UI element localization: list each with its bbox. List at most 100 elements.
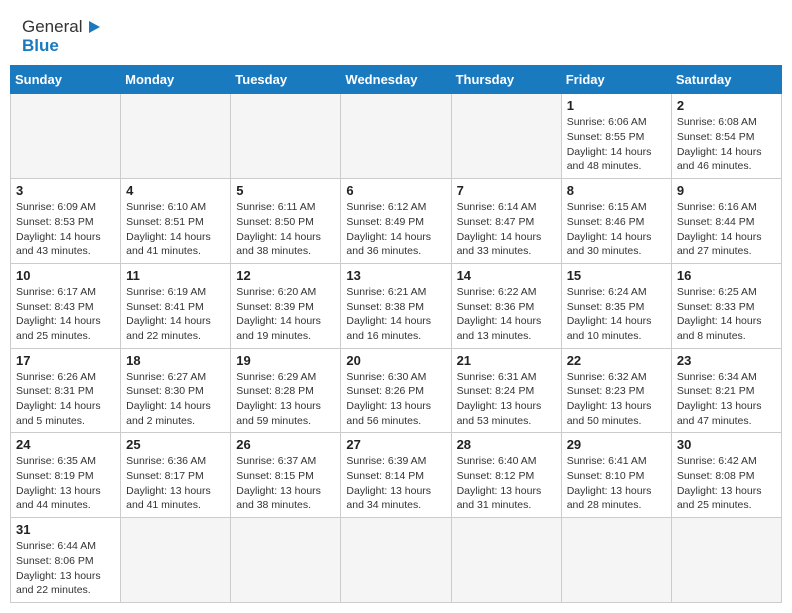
calendar-cell: 9Sunrise: 6:16 AM Sunset: 8:44 PM Daylig… bbox=[671, 179, 781, 264]
calendar-cell: 16Sunrise: 6:25 AM Sunset: 8:33 PM Dayli… bbox=[671, 263, 781, 348]
calendar-cell: 8 Sunrise: 6:15 AM Sunset: 8:46 PM Daylig… bbox=[561, 179, 671, 264]
day-info: Sunrise: 6:10 AM Sunset: 8:51 PM Dayligh… bbox=[126, 200, 225, 259]
day-number: 11 bbox=[126, 268, 225, 283]
day-number: 5 bbox=[236, 183, 335, 198]
page-header: General Blue bbox=[10, 10, 782, 59]
calendar-cell: 24 Sunrise: 6:35 AM Sunset: 8:19 PM Dayli… bbox=[11, 433, 121, 518]
weekday-header-saturday: Saturday bbox=[671, 66, 781, 94]
weekday-header-friday: Friday bbox=[561, 66, 671, 94]
calendar-cell: 27 Sunrise: 6:39 AM Sunset: 8:14 PM Dayli… bbox=[341, 433, 451, 518]
calendar-cell bbox=[231, 518, 341, 603]
weekday-header-wednesday: Wednesday bbox=[341, 66, 451, 94]
calendar-table: SundayMondayTuesdayWednesdayThursdayFrid… bbox=[10, 65, 782, 603]
calendar-cell bbox=[451, 518, 561, 603]
day-info: Sunrise: 6:41 AM Sunset: 8:10 PM Dayligh… bbox=[567, 454, 666, 513]
day-info: Sunrise: 6:09 AM Sunset: 8:53 PM Dayligh… bbox=[16, 200, 115, 259]
day-info: Sunrise: 6:31 AM Sunset: 8:24 PM Dayligh… bbox=[457, 370, 556, 429]
day-info: Sunrise: 6:30 AM Sunset: 8:26 PM Dayligh… bbox=[346, 370, 445, 429]
calendar-cell: 20Sunrise: 6:30 AM Sunset: 8:26 PM Dayli… bbox=[341, 348, 451, 433]
day-number: 2 bbox=[677, 98, 776, 113]
day-info: Sunrise: 6:36 AM Sunset: 8:17 PM Dayligh… bbox=[126, 454, 225, 513]
day-info: Sunrise: 6:20 AM Sunset: 8:39 PM Dayligh… bbox=[236, 285, 335, 344]
calendar-cell bbox=[121, 518, 231, 603]
day-info: Sunrise: 6:08 AM Sunset: 8:54 PM Dayligh… bbox=[677, 115, 776, 174]
day-info: Sunrise: 6:12 AM Sunset: 8:49 PM Dayligh… bbox=[346, 200, 445, 259]
day-number: 18 bbox=[126, 353, 225, 368]
day-number: 12 bbox=[236, 268, 335, 283]
calendar-cell bbox=[341, 518, 451, 603]
day-number: 13 bbox=[346, 268, 445, 283]
day-number: 23 bbox=[677, 353, 776, 368]
blue-text: Blue bbox=[22, 37, 102, 56]
calendar-cell: 21 Sunrise: 6:31 AM Sunset: 8:24 PM Dayli… bbox=[451, 348, 561, 433]
calendar-week-row: 17 Sunrise: 6:26 AM Sunset: 8:31 PM Dayli… bbox=[11, 348, 782, 433]
day-number: 3 bbox=[16, 183, 115, 198]
calendar-cell: 31Sunrise: 6:44 AM Sunset: 8:06 PM Dayli… bbox=[11, 518, 121, 603]
blue-arrow-icon bbox=[84, 18, 102, 36]
day-number: 28 bbox=[457, 437, 556, 452]
day-info: Sunrise: 6:14 AM Sunset: 8:47 PM Dayligh… bbox=[457, 200, 556, 259]
day-number: 10 bbox=[16, 268, 115, 283]
weekday-header-tuesday: Tuesday bbox=[231, 66, 341, 94]
day-info: Sunrise: 6:24 AM Sunset: 8:35 PM Dayligh… bbox=[567, 285, 666, 344]
calendar-cell: 30 Sunrise: 6:42 AM Sunset: 8:08 PM Dayli… bbox=[671, 433, 781, 518]
calendar-cell bbox=[451, 94, 561, 179]
calendar-week-row: 31Sunrise: 6:44 AM Sunset: 8:06 PM Dayli… bbox=[11, 518, 782, 603]
day-info: Sunrise: 6:19 AM Sunset: 8:41 PM Dayligh… bbox=[126, 285, 225, 344]
day-number: 22 bbox=[567, 353, 666, 368]
calendar-cell: 11 Sunrise: 6:19 AM Sunset: 8:41 PM Dayli… bbox=[121, 263, 231, 348]
calendar-cell: 22Sunrise: 6:32 AM Sunset: 8:23 PM Dayli… bbox=[561, 348, 671, 433]
day-info: Sunrise: 6:06 AM Sunset: 8:55 PM Dayligh… bbox=[567, 115, 666, 174]
day-info: Sunrise: 6:29 AM Sunset: 8:28 PM Dayligh… bbox=[236, 370, 335, 429]
day-info: Sunrise: 6:35 AM Sunset: 8:19 PM Dayligh… bbox=[16, 454, 115, 513]
calendar-week-row: 10Sunrise: 6:17 AM Sunset: 8:43 PM Dayli… bbox=[11, 263, 782, 348]
calendar-cell: 14Sunrise: 6:22 AM Sunset: 8:36 PM Dayli… bbox=[451, 263, 561, 348]
day-info: Sunrise: 6:11 AM Sunset: 8:50 PM Dayligh… bbox=[236, 200, 335, 259]
day-number: 21 bbox=[457, 353, 556, 368]
day-info: Sunrise: 6:42 AM Sunset: 8:08 PM Dayligh… bbox=[677, 454, 776, 513]
calendar-week-row: 24 Sunrise: 6:35 AM Sunset: 8:19 PM Dayli… bbox=[11, 433, 782, 518]
calendar-cell: 28 Sunrise: 6:40 AM Sunset: 8:12 PM Dayli… bbox=[451, 433, 561, 518]
calendar-cell: 10Sunrise: 6:17 AM Sunset: 8:43 PM Dayli… bbox=[11, 263, 121, 348]
day-number: 15 bbox=[567, 268, 666, 283]
day-info: Sunrise: 6:21 AM Sunset: 8:38 PM Dayligh… bbox=[346, 285, 445, 344]
day-number: 8 bbox=[567, 183, 666, 198]
day-number: 24 bbox=[16, 437, 115, 452]
day-info: Sunrise: 6:15 AM Sunset: 8:46 PM Dayligh… bbox=[567, 200, 666, 259]
day-number: 30 bbox=[677, 437, 776, 452]
calendar-cell: 5 Sunrise: 6:11 AM Sunset: 8:50 PM Daylig… bbox=[231, 179, 341, 264]
calendar-cell: 26Sunrise: 6:37 AM Sunset: 8:15 PM Dayli… bbox=[231, 433, 341, 518]
day-number: 19 bbox=[236, 353, 335, 368]
day-info: Sunrise: 6:16 AM Sunset: 8:44 PM Dayligh… bbox=[677, 200, 776, 259]
calendar-cell: 7Sunrise: 6:14 AM Sunset: 8:47 PM Daylig… bbox=[451, 179, 561, 264]
calendar-cell: 15 Sunrise: 6:24 AM Sunset: 8:35 PM Dayli… bbox=[561, 263, 671, 348]
day-number: 29 bbox=[567, 437, 666, 452]
calendar-cell: 13 Sunrise: 6:21 AM Sunset: 8:38 PM Dayli… bbox=[341, 263, 451, 348]
day-info: Sunrise: 6:22 AM Sunset: 8:36 PM Dayligh… bbox=[457, 285, 556, 344]
calendar-cell: 12 Sunrise: 6:20 AM Sunset: 8:39 PM Dayli… bbox=[231, 263, 341, 348]
day-info: Sunrise: 6:34 AM Sunset: 8:21 PM Dayligh… bbox=[677, 370, 776, 429]
day-info: Sunrise: 6:39 AM Sunset: 8:14 PM Dayligh… bbox=[346, 454, 445, 513]
calendar-cell: 18 Sunrise: 6:27 AM Sunset: 8:30 PM Dayli… bbox=[121, 348, 231, 433]
calendar-cell: 1Sunrise: 6:06 AM Sunset: 8:55 PM Daylig… bbox=[561, 94, 671, 179]
day-info: Sunrise: 6:27 AM Sunset: 8:30 PM Dayligh… bbox=[126, 370, 225, 429]
day-number: 16 bbox=[677, 268, 776, 283]
day-number: 27 bbox=[346, 437, 445, 452]
calendar-cell: 23 Sunrise: 6:34 AM Sunset: 8:21 PM Dayli… bbox=[671, 348, 781, 433]
calendar-cell: 19 Sunrise: 6:29 AM Sunset: 8:28 PM Dayli… bbox=[231, 348, 341, 433]
weekday-header-sunday: Sunday bbox=[11, 66, 121, 94]
day-info: Sunrise: 6:40 AM Sunset: 8:12 PM Dayligh… bbox=[457, 454, 556, 513]
day-info: Sunrise: 6:26 AM Sunset: 8:31 PM Dayligh… bbox=[16, 370, 115, 429]
calendar-cell bbox=[341, 94, 451, 179]
logo: General Blue bbox=[22, 18, 102, 55]
calendar-cell: 6 Sunrise: 6:12 AM Sunset: 8:49 PM Daylig… bbox=[341, 179, 451, 264]
weekday-header-thursday: Thursday bbox=[451, 66, 561, 94]
calendar-header-row: SundayMondayTuesdayWednesdayThursdayFrid… bbox=[11, 66, 782, 94]
day-number: 6 bbox=[346, 183, 445, 198]
calendar-week-row: 3 Sunrise: 6:09 AM Sunset: 8:53 PM Daylig… bbox=[11, 179, 782, 264]
calendar-cell bbox=[671, 518, 781, 603]
calendar-cell bbox=[11, 94, 121, 179]
day-number: 4 bbox=[126, 183, 225, 198]
calendar-cell bbox=[561, 518, 671, 603]
day-number: 17 bbox=[16, 353, 115, 368]
